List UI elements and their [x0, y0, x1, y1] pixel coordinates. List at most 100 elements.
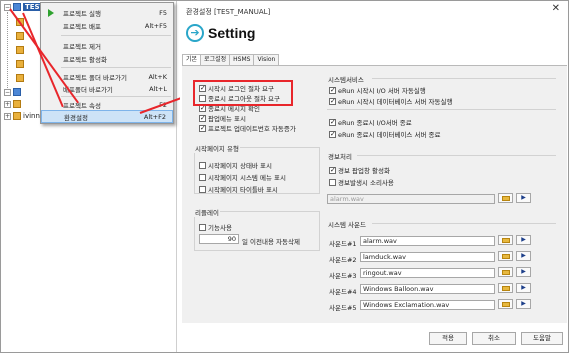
- menu-separator: [61, 67, 171, 68]
- checkbox[interactable]: [199, 173, 206, 181]
- menu-item-settings[interactable]: 환경설정 Alt+F2: [41, 110, 173, 123]
- apply-button[interactable]: 적용: [429, 332, 467, 345]
- checkbox[interactable]: ✓: [329, 130, 336, 138]
- menu-item-label: 프로젝트 활성화: [63, 55, 107, 64]
- group-title: 경보처리: [327, 151, 353, 161]
- folder-icon: [16, 60, 24, 68]
- checkbox-label: eRun 종료시 I/O서버 종료: [338, 119, 412, 127]
- highlight-box: [193, 80, 293, 106]
- sound-label: 사운드#5: [329, 304, 357, 312]
- server-icon: [13, 88, 21, 96]
- tree-node[interactable]: +: [4, 99, 23, 109]
- browse-button[interactable]: [498, 299, 513, 309]
- expand-icon[interactable]: +: [4, 112, 11, 120]
- tree-node-label: ivinn: [23, 112, 40, 120]
- collapse-icon[interactable]: −: [4, 88, 11, 96]
- folder-icon: [502, 286, 510, 291]
- checkbox[interactable]: [329, 178, 336, 186]
- folder-icon: [502, 238, 510, 243]
- divider: [327, 109, 556, 110]
- group-title: 시스템서비스: [327, 74, 365, 84]
- tab-log[interactable]: 로그설정: [200, 54, 231, 65]
- sys-db-stop-check[interactable]: ✓ eRun 종료시 데이터베이스 서버 종료: [329, 129, 440, 139]
- startpage-menu-check[interactable]: 시작페이지 시스템 메뉴 표시: [199, 172, 286, 182]
- alarm-file-field[interactable]: alarm.wav: [327, 194, 495, 204]
- sys-io-start-check[interactable]: ✓ eRun 시작시 I/O 서버 자동실행: [329, 85, 426, 95]
- folder-icon: [16, 32, 24, 40]
- menu-item-label: 프로젝트 실행: [63, 9, 101, 18]
- menu-item-label: 프로젝트 속성: [63, 101, 101, 110]
- browse-button[interactable]: [498, 235, 513, 245]
- checkbox[interactable]: ✓: [329, 86, 336, 94]
- sound-file-field[interactable]: Windows Exclamation.wav: [360, 300, 495, 310]
- group-title: 시스템 사운드: [327, 219, 367, 229]
- tree-item[interactable]: [14, 45, 26, 55]
- alarm-popup-check[interactable]: ✓ 경보 팝업창 활성화: [329, 165, 390, 175]
- checkbox-label: 경보발생시 소리사용: [338, 179, 394, 187]
- play-button[interactable]: ▶: [516, 193, 531, 203]
- sys-db-start-check[interactable]: ✓ eRun 시작시 데이터베이스 서버 자동실행: [329, 96, 452, 106]
- checkbox-label: 기능사용: [208, 224, 232, 232]
- checkbox[interactable]: ✓: [199, 124, 206, 132]
- checkbox[interactable]: ✓: [329, 97, 336, 105]
- play-button[interactable]: ▶: [516, 267, 531, 277]
- replay-days-label: 일 이전내용 자동삭제: [242, 238, 300, 246]
- expand-icon[interactable]: +: [4, 100, 11, 108]
- browse-button[interactable]: [498, 283, 513, 293]
- menu-item-deploy[interactable]: 프로젝트 배포 Alt+F5: [41, 19, 173, 32]
- checkbox-label: 팝업메뉴 표시: [208, 115, 246, 123]
- sys-io-stop-check[interactable]: ✓ eRun 종료시 I/O서버 종료: [329, 117, 412, 127]
- tree-item[interactable]: [14, 31, 26, 41]
- checkbox-label: eRun 시작시 데이터베이스 서버 자동실행: [338, 98, 453, 106]
- play-button[interactable]: ▶: [516, 283, 531, 293]
- menu-item-open-deploy-folder[interactable]: 배포폴더 바로가기 Alt+L: [41, 82, 173, 95]
- sound-file-field[interactable]: Windows Balloon.wav: [360, 284, 495, 294]
- sound-file-field[interactable]: ringout.wav: [360, 268, 495, 278]
- tree-node[interactable]: + ivinn: [4, 111, 40, 121]
- tab-vision[interactable]: Vision: [253, 54, 280, 65]
- menu-item-activate[interactable]: 프로젝트 활성화: [41, 52, 173, 65]
- replay-enable-check[interactable]: 기능사용: [199, 222, 232, 232]
- help-button[interactable]: 도움말: [521, 332, 563, 345]
- play-button[interactable]: ▶: [516, 251, 531, 261]
- tab-hsms[interactable]: HSMS: [229, 54, 255, 65]
- close-icon[interactable]: ✕: [552, 3, 560, 14]
- checkbox-label: 시작페이지 상태바 표시: [208, 162, 272, 170]
- popup-menu-check[interactable]: ✓ 팝업메뉴 표시: [199, 113, 246, 123]
- divider: [372, 78, 556, 79]
- checkbox[interactable]: [199, 185, 206, 193]
- tree-item[interactable]: [14, 73, 26, 83]
- checkbox-label: 시작페이지 시스템 메뉴 표시: [208, 174, 286, 182]
- tree-item[interactable]: [14, 59, 26, 69]
- tree-node[interactable]: −: [4, 87, 23, 97]
- menu-shortcut: Alt+F2: [143, 112, 166, 121]
- checkbox[interactable]: ✓: [199, 114, 206, 122]
- checkbox-label: eRun 종료시 데이터베이스 서버 종료: [338, 131, 441, 139]
- group-title: 시작페이지 유형: [194, 143, 240, 153]
- browse-button[interactable]: [498, 193, 513, 203]
- play-button[interactable]: ▶: [516, 235, 531, 245]
- startpage-status-check[interactable]: 시작페이지 상태바 표시: [199, 160, 272, 170]
- checkbox[interactable]: ✓: [329, 118, 336, 126]
- checkbox[interactable]: [199, 223, 206, 231]
- arrow-right-icon: ➔: [186, 24, 204, 42]
- startpage-titlebar-check[interactable]: 시작페이지 타이틀바 표시: [199, 184, 278, 194]
- sound-file-field[interactable]: alarm.wav: [360, 236, 495, 246]
- menu-shortcut: F5: [159, 8, 167, 17]
- sound-file-field[interactable]: lamduck.wav: [360, 252, 495, 262]
- browse-button[interactable]: [498, 251, 513, 261]
- checkbox-label: 경보 팝업창 활성화: [338, 167, 390, 175]
- alarm-sound-check[interactable]: 경보발생시 소리사용: [329, 177, 394, 187]
- menu-item-remove[interactable]: 프로젝트 제거: [41, 39, 173, 52]
- sound-label: 사운드#1: [329, 240, 357, 248]
- checkbox[interactable]: ✓: [329, 166, 336, 174]
- checkbox-label: 시작페이지 타이틀바 표시: [208, 186, 278, 194]
- browse-button[interactable]: [498, 267, 513, 277]
- play-button[interactable]: ▶: [516, 299, 531, 309]
- auto-increment-check[interactable]: ✓ 프로젝트 업데이트번호 자동증가: [199, 123, 296, 133]
- menu-item-run[interactable]: 프로젝트 실행 F5: [41, 6, 173, 19]
- cancel-button[interactable]: 취소: [472, 332, 516, 345]
- divider: [357, 155, 556, 156]
- checkbox[interactable]: [199, 161, 206, 169]
- replay-days-input[interactable]: 90: [199, 234, 239, 244]
